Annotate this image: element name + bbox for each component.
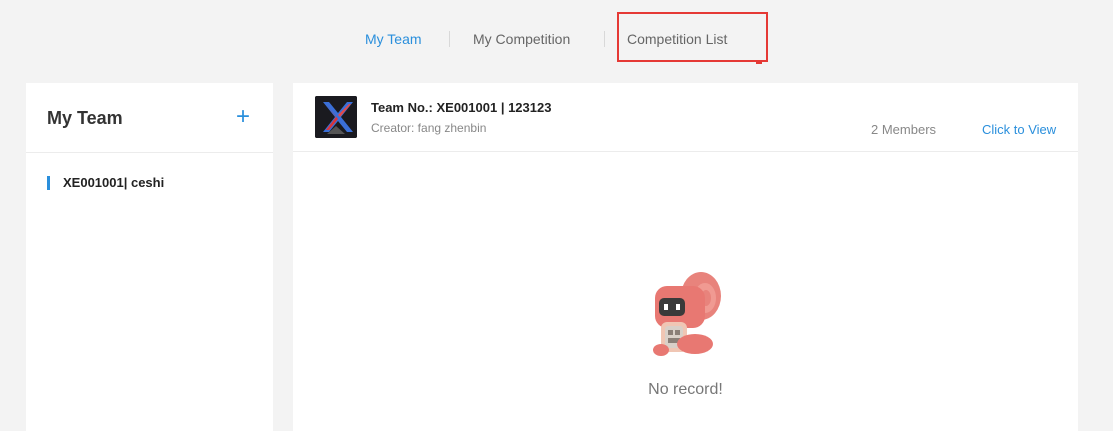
click-to-view-link[interactable]: Click to View: [982, 122, 1056, 137]
active-indicator: [47, 176, 50, 190]
sidebar: My Team + XE001001| ceshi: [26, 83, 273, 431]
team-logo-icon: [315, 96, 357, 138]
sidebar-header: My Team +: [26, 83, 273, 153]
team-card: Team No.: XE001001 | 123123 Creator: fan…: [293, 83, 1078, 152]
team-number: Team No.: XE001001 | 123123: [371, 100, 552, 115]
highlight-box: [617, 12, 768, 62]
highlight-marker: [756, 60, 762, 64]
tab-my-competition[interactable]: My Competition: [473, 31, 570, 47]
nav-separator: [449, 31, 450, 47]
member-count: 2 Members: [871, 122, 937, 137]
sidebar-item-label: XE001001| ceshi: [63, 175, 165, 190]
team-detail-panel: Team No.: XE001001 | 123123 Creator: fan…: [293, 83, 1078, 431]
tab-my-team[interactable]: My Team: [365, 31, 422, 47]
top-navigation: My Team My Competition Competition List: [0, 0, 1113, 78]
team-creator: Creator: fang zhenbin: [371, 121, 487, 135]
nav-separator: [604, 31, 605, 47]
robot-mascot-icon: [635, 266, 735, 362]
sidebar-title: My Team: [47, 108, 123, 128]
empty-state-text: No record!: [648, 381, 723, 398]
add-team-button[interactable]: +: [229, 101, 257, 133]
